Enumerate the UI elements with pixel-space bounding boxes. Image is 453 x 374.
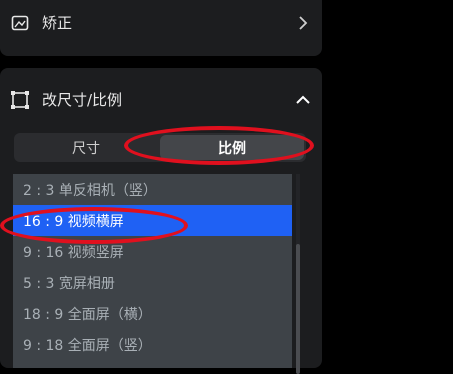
scrollbar-thumb[interactable] bbox=[296, 244, 300, 374]
crop-correct-icon bbox=[10, 13, 30, 33]
ratio-list: 2 : 3 单反相机（竖） 16 : 9 视频横屏 9 : 16 视频竖屏 5 … bbox=[13, 174, 292, 368]
ratio-item-18-9[interactable]: 18 : 9 全面屏（横） bbox=[13, 298, 292, 329]
list-scrollbar[interactable] bbox=[296, 174, 300, 374]
ratio-item-2-3[interactable]: 2 : 3 单反相机（竖） bbox=[13, 174, 292, 205]
resize-label: 改尺寸/比例 bbox=[42, 91, 123, 109]
ratio-item-9-18[interactable]: 9 : 18 全面屏（竖） bbox=[13, 329, 292, 360]
correction-section[interactable]: 矫正 bbox=[0, 0, 322, 56]
annotation-ring-selected-item bbox=[0, 207, 188, 244]
resize-frame-icon bbox=[10, 90, 30, 110]
annotation-ring-ratio-tab bbox=[124, 126, 314, 165]
chevron-right-icon[interactable] bbox=[294, 14, 312, 32]
correction-label: 矫正 bbox=[42, 14, 73, 32]
correction-header[interactable]: 矫正 bbox=[10, 12, 312, 33]
ratio-item-5-3[interactable]: 5 : 3 宽屏相册 bbox=[13, 267, 292, 298]
chevron-up-icon[interactable] bbox=[294, 91, 312, 109]
resize-header[interactable]: 改尺寸/比例 bbox=[10, 89, 312, 110]
